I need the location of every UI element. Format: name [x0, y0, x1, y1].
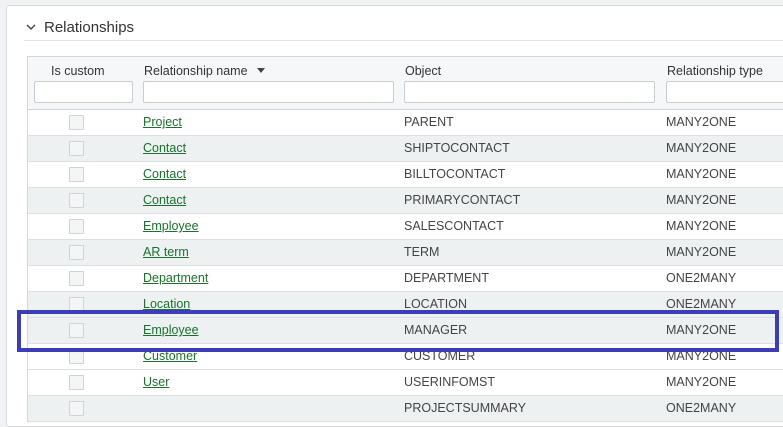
filter-relationship-type[interactable]: [666, 81, 783, 103]
table-row[interactable]: Project PARENT MANY2ONE: [28, 110, 783, 136]
is-custom-checkbox[interactable]: [69, 323, 84, 338]
type-cell: MANY2ONE: [666, 193, 737, 207]
filter-relationship-name[interactable]: [143, 81, 394, 103]
table-row[interactable]: Contact PRIMARYCONTACT MANY2ONE: [28, 188, 783, 214]
object-cell: PRIMARYCONTACT: [404, 193, 521, 207]
type-cell: ONE2MANY: [666, 401, 737, 415]
relationship-name-link[interactable]: Employee: [143, 318, 199, 343]
object-cell: SHIPTOCONTACT: [404, 141, 510, 155]
object-cell: PARENT: [404, 115, 454, 129]
column-relationship-type: Relationship type: [663, 57, 783, 109]
relationship-name-link[interactable]: Location: [143, 292, 190, 317]
table-row[interactable]: Location LOCATION ONE2MANY: [28, 292, 783, 318]
object-cell: USERINFOMST: [404, 375, 495, 389]
type-cell: MANY2ONE: [666, 375, 737, 389]
relationship-name-link[interactable]: Contact: [143, 188, 186, 213]
object-cell: SALESCONTACT: [404, 219, 504, 233]
is-custom-checkbox[interactable]: [69, 349, 84, 364]
filter-object[interactable]: [404, 81, 655, 103]
is-custom-checkbox[interactable]: [69, 219, 84, 234]
column-label-is-custom: Is custom: [51, 64, 105, 78]
type-cell: MANY2ONE: [666, 141, 737, 155]
is-custom-checkbox[interactable]: [69, 401, 84, 416]
table-row[interactable]: Contact SHIPTOCONTACT MANY2ONE: [28, 136, 783, 162]
is-custom-checkbox[interactable]: [69, 297, 84, 312]
relationship-name-link[interactable]: AR term: [143, 240, 189, 265]
is-custom-checkbox[interactable]: [69, 115, 84, 130]
type-cell: MANY2ONE: [666, 115, 737, 129]
object-cell: DEPARTMENT: [404, 271, 489, 285]
table-row[interactable]: PROJECTSUMMARY ONE2MANY: [28, 396, 783, 422]
type-cell: MANY2ONE: [666, 245, 737, 259]
is-custom-checkbox[interactable]: [69, 271, 84, 286]
is-custom-checkbox[interactable]: [69, 193, 84, 208]
table-row[interactable]: Department DEPARTMENT ONE2MANY: [28, 266, 783, 292]
relationship-name-link[interactable]: User: [143, 370, 169, 395]
object-cell: MANAGER: [404, 323, 468, 337]
table-row[interactable]: User USERINFOMST MANY2ONE: [28, 370, 783, 396]
filter-is-custom[interactable]: [34, 81, 133, 103]
relationship-name-link[interactable]: Contact: [143, 162, 186, 187]
relationship-name-link[interactable]: Project: [143, 110, 182, 135]
relationship-name-link[interactable]: Employee: [143, 214, 199, 239]
is-custom-checkbox[interactable]: [69, 375, 84, 390]
column-label-relationship-name: Relationship name: [144, 64, 248, 78]
type-cell: ONE2MANY: [666, 271, 737, 285]
section-divider: [24, 40, 783, 41]
column-label-object: Object: [405, 64, 442, 78]
is-custom-checkbox[interactable]: [69, 245, 84, 260]
sort-descending-icon[interactable]: [256, 68, 265, 73]
type-cell: MANY2ONE: [666, 323, 737, 337]
table-row[interactable]: Customer CUSTOMER MANY2ONE: [28, 344, 783, 370]
type-cell: ONE2MANY: [666, 297, 737, 311]
type-cell: MANY2ONE: [666, 219, 737, 233]
table-row-selected[interactable]: Employee MANAGER MANY2ONE: [28, 318, 783, 344]
section-toggle[interactable]: Relationships: [24, 17, 134, 37]
chevron-down-icon: [26, 24, 36, 30]
is-custom-checkbox[interactable]: [69, 141, 84, 156]
relationship-name-link[interactable]: Contact: [143, 136, 186, 161]
relationship-name-link[interactable]: Customer: [143, 344, 197, 369]
type-cell: MANY2ONE: [666, 349, 737, 363]
object-cell: BILLTOCONTACT: [404, 167, 506, 181]
object-cell: CUSTOMER: [404, 349, 476, 363]
object-cell: LOCATION: [404, 297, 467, 311]
relationship-name-link[interactable]: Department: [143, 266, 208, 291]
is-custom-checkbox[interactable]: [69, 167, 84, 182]
column-relationship-name[interactable]: Relationship name: [140, 57, 401, 109]
type-cell: MANY2ONE: [666, 167, 737, 181]
table-row[interactable]: Employee SALESCONTACT MANY2ONE: [28, 214, 783, 240]
object-cell: PROJECTSUMMARY: [404, 401, 527, 415]
grid-header: Is custom Relationship name Object Relat…: [28, 57, 783, 110]
relationships-grid: Is custom Relationship name Object Relat…: [27, 56, 783, 422]
object-cell: TERM: [404, 245, 440, 259]
table-row[interactable]: AR term TERM MANY2ONE: [28, 240, 783, 266]
column-label-relationship-type: Relationship type: [667, 64, 763, 78]
column-is-custom: Is custom: [28, 57, 140, 109]
section-title: Relationships: [44, 18, 135, 36]
column-object: Object: [401, 57, 663, 109]
table-row[interactable]: Contact BILLTOCONTACT MANY2ONE: [28, 162, 783, 188]
